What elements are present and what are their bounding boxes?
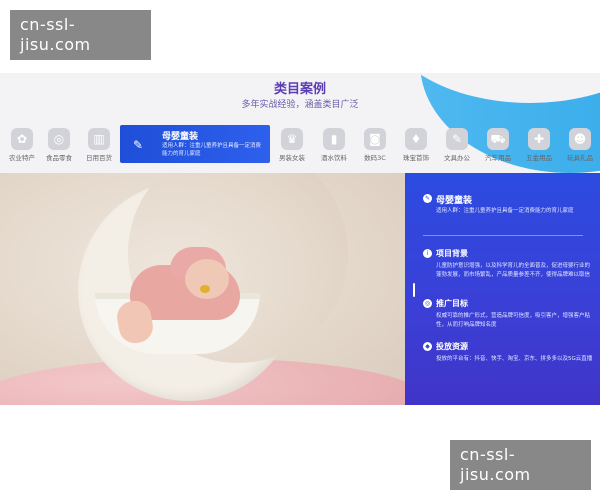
scroll-indicator[interactable] (413, 283, 415, 297)
info-icon: i (423, 249, 432, 258)
pacifier (200, 285, 210, 293)
tab-category-3-active[interactable]: ✎ 母婴童装 适用人群：注重儿童养护且具备一定消费能力的育儿家庭 (120, 125, 270, 163)
detail-title: 母婴童装 (436, 196, 473, 206)
shirt-icon: ♛ (281, 128, 303, 150)
section-heading: 项目背景 (436, 249, 468, 258)
camera-icon: ◙ (364, 128, 386, 150)
section-title: 类目案例 (273, 82, 326, 97)
active-tab-label: 母婴童装 (162, 132, 199, 142)
target-icon: ◎ (423, 299, 432, 308)
tab-category-5[interactable]: ▮ 酒水饮料 (314, 125, 354, 167)
tab-label: 五金用品 (526, 154, 552, 162)
category-cases-section: 类目案例 多年实战经验，涵盖类目广泛 ✿ 农业特产 ◎ 食品零食 ▥ 日用百货 … (0, 73, 600, 405)
tab-label: 文具办公 (444, 154, 470, 162)
car-icon: ⛟ (487, 128, 509, 150)
tab-category-8[interactable]: ✎ 文具办公 (437, 125, 477, 167)
tab-label: 汽车用品 (485, 154, 511, 162)
section-background: i 项目背景 儿童防护意识增强，以及科学育儿的全面普及，促进母婴行业的蓬勃发展，… (423, 248, 593, 280)
watermark-bottom: cn-ssl-jisu.com (450, 440, 591, 490)
category-tabs: ✿ 农业特产 ◎ 食品零食 ▥ 日用百货 ♛ 男装女装 ▮ 酒水饮料 ◙ 数码3… (0, 125, 600, 167)
category-detail-panel: ✎ 母婴童装 适用人群：注重儿童养护且具备一定消费能力的育儿家庭 i 项目背景 … (405, 173, 600, 405)
tab-label: 农业特产 (9, 154, 35, 162)
section-heading: 投放资源 (436, 342, 468, 351)
baby-head (185, 259, 229, 299)
section-resources: ◆ 投放资源 投放的平台有：抖音、快手、淘宝、京东、拼多多以及5G云直播 (423, 341, 593, 364)
tab-label: 男装女装 (279, 154, 305, 162)
stationery-icon: ✎ (446, 128, 468, 150)
baby-moon-photo (0, 173, 405, 405)
edit-icon: ✎ (423, 194, 432, 203)
section-subtitle: 多年实战经验，涵盖类目广泛 (241, 100, 359, 110)
divider (423, 235, 583, 236)
active-tab-desc: 适用人群：注重儿童养护且具备一定消费能力的育儿家庭 (162, 143, 262, 157)
section-body: 投放的平台有：抖音、快手、淘宝、京东、拼多多以及5G云直播 (436, 356, 593, 362)
tab-label: 珠宝首饰 (403, 154, 429, 162)
section-goal: ◎ 推广目标 权威可靠的推广形式，营造品牌可信度，吸引客户，增强客户粘性，从而打… (423, 298, 593, 330)
flower-icon: ✿ (11, 128, 33, 150)
jewelry-icon: ♦ (405, 128, 427, 150)
tab-label: 日用百货 (86, 154, 112, 162)
detail-desc: 适用人群：注重儿童养护且具备一定消费能力的育儿家庭 (436, 208, 574, 214)
section-heading: 推广目标 (436, 299, 468, 308)
teddy-bear-icon: ☻ (569, 128, 591, 150)
tab-category-4[interactable]: ♛ 男装女装 (272, 125, 312, 167)
tab-category-1[interactable]: ◎ 食品零食 (40, 125, 78, 167)
resource-icon: ◆ (423, 342, 432, 351)
wrench-icon: ✚ (528, 128, 550, 150)
tab-category-10[interactable]: ✚ 五金用品 (519, 125, 559, 167)
bottle-icon: ▮ (323, 128, 345, 150)
tab-label: 玩具礼品 (567, 154, 593, 162)
section-body: 儿童防护意识增强，以及科学育儿的全面普及，促进母婴行业的蓬勃发展，而市场繁乱，产… (436, 263, 591, 278)
tab-category-2[interactable]: ▥ 日用百货 (80, 125, 118, 167)
tab-category-6[interactable]: ◙ 数码3C (355, 125, 395, 167)
lollipop-icon: ◎ (48, 128, 70, 150)
detail-header: ✎ 母婴童装 适用人群：注重儿童养护且具备一定消费能力的育儿家庭 (423, 193, 593, 216)
tab-label: 食品零食 (46, 154, 72, 162)
tab-label: 数码3C (364, 154, 386, 162)
household-icon: ▥ (88, 128, 110, 150)
tab-category-9[interactable]: ⛟ 汽车用品 (478, 125, 518, 167)
baby-bottle-icon: ✎ (132, 138, 144, 152)
tab-category-7[interactable]: ♦ 珠宝首饰 (396, 125, 436, 167)
tab-category-11[interactable]: ☻ 玩具礼品 (560, 125, 600, 167)
watermark-top: cn-ssl-jisu.com (10, 10, 151, 60)
tab-category-0[interactable]: ✿ 农业特产 (4, 125, 40, 167)
section-body: 权威可靠的推广形式，营造品牌可信度，吸引客户，增强客户粘性，从而打响品牌知名度 (436, 313, 591, 328)
tab-label: 酒水饮料 (321, 154, 347, 162)
